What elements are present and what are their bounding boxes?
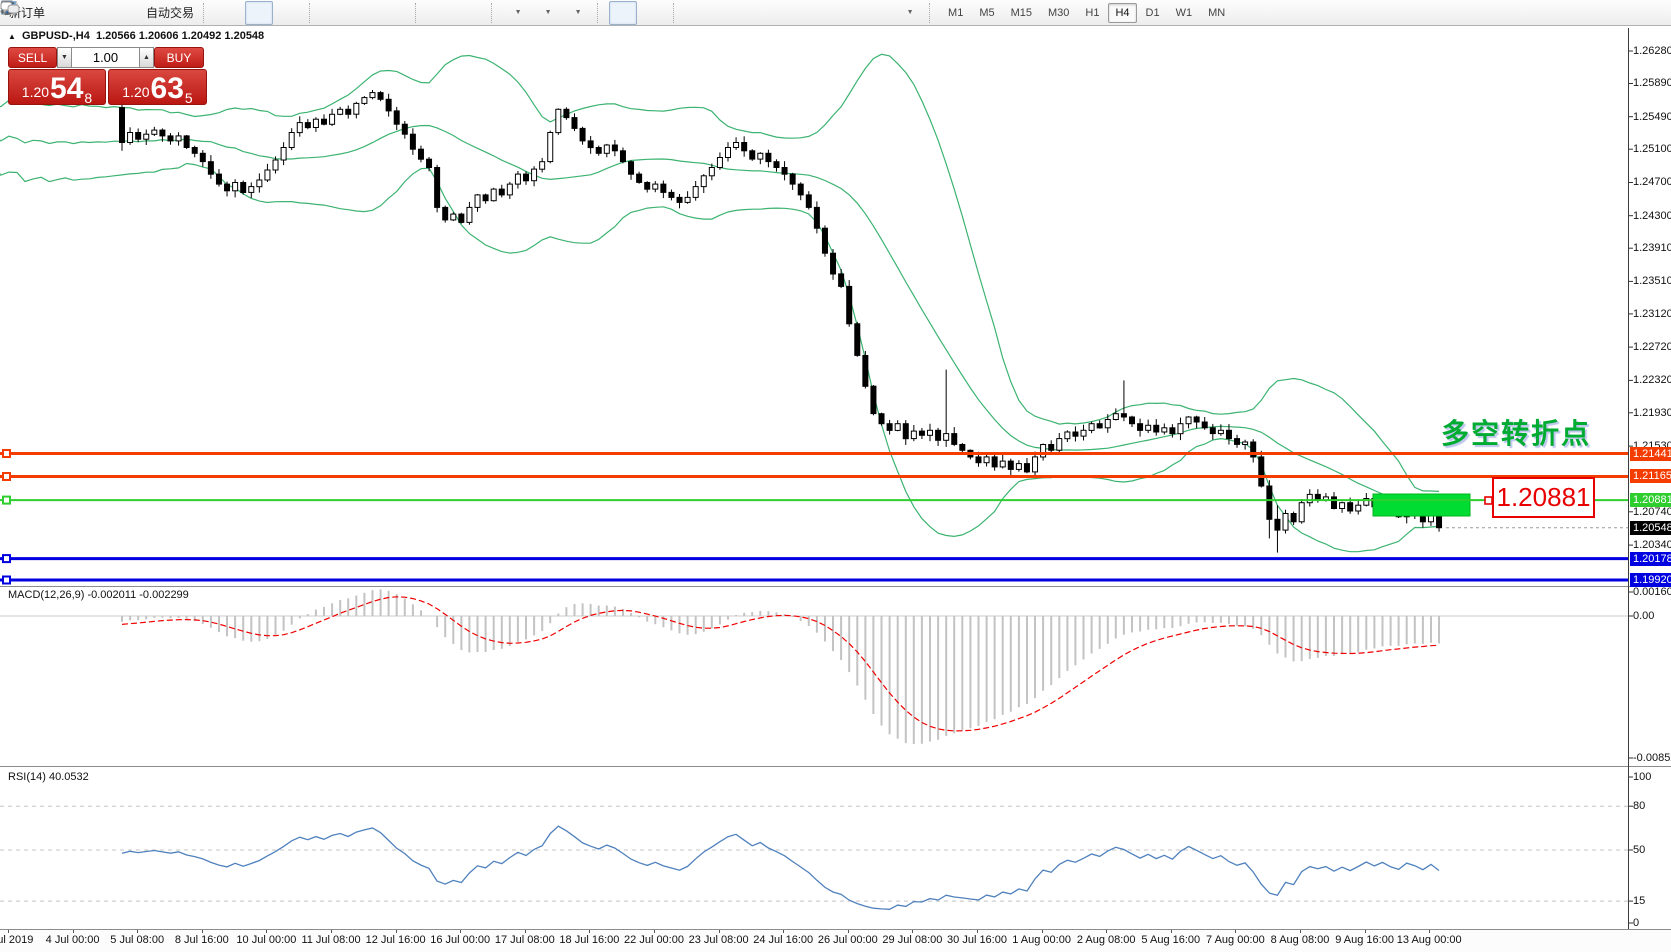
trading-platform-window: { "toolbar": { "new_order_label": "新订单",… — [0, 0, 1671, 952]
level-price-label: 1.20178 — [1630, 552, 1671, 566]
date-axis[interactable]: 2 Jul 20194 Jul 00:005 Jul 08:008 Jul 16… — [0, 930, 1671, 952]
date-tick-mark — [137, 930, 138, 933]
buy-price-main: 1.20 — [122, 84, 149, 100]
price-tick-label: 1.26280 — [1633, 44, 1671, 58]
date-tick-mark — [1300, 930, 1301, 933]
price-callout-box[interactable]: 1.20881 — [1492, 477, 1595, 518]
volume-input[interactable] — [72, 47, 139, 68]
rsi-line — [122, 826, 1439, 909]
buy-price-big: 63 — [151, 74, 184, 104]
macd-axis-label: 0.001607 — [1633, 585, 1671, 599]
level-price-label: 1.21441 — [1630, 447, 1671, 461]
horizontal-line-objects[interactable] — [0, 450, 1628, 584]
callout-anchor-handle[interactable] — [1485, 497, 1492, 504]
sell-price-button[interactable]: 1.20 54 8 — [8, 69, 106, 105]
rsi-axis-label: 15 — [1633, 894, 1671, 908]
date-tick-mark — [654, 930, 655, 933]
indicator-level-lines — [0, 616, 1628, 901]
price-tick-label: 1.25100 — [1633, 142, 1671, 156]
macd-axis-label: 0.00 — [1633, 609, 1671, 623]
date-tick-mark — [1235, 930, 1236, 933]
one-click-trading-panel: SELL ▼ ▲ BUY 1.20 54 8 1.20 63 5 — [8, 47, 207, 105]
date-tick-mark — [8, 930, 9, 933]
date-tick-mark — [719, 930, 720, 933]
date-tick-mark — [331, 930, 332, 933]
price-tick-label: 1.25490 — [1633, 110, 1671, 124]
date-tick-mark — [912, 930, 913, 933]
date-tick-mark — [396, 930, 397, 933]
buy-price-button[interactable]: 1.20 63 5 — [108, 69, 207, 105]
date-tick-mark — [73, 930, 74, 933]
price-tick-label: 1.23120 — [1633, 307, 1671, 321]
date-tick-mark — [1042, 930, 1043, 933]
price-tick-label: 1.22320 — [1633, 373, 1671, 387]
current-price-label: 1.20548 — [1630, 521, 1671, 535]
date-tick-mark — [460, 930, 461, 933]
price-callout-text: 1.20881 — [1497, 482, 1591, 513]
date-tick-mark — [202, 930, 203, 933]
date-tick-mark — [525, 930, 526, 933]
chart-symbol: GBPUSD-,H4 — [22, 30, 90, 42]
price-tick-label: 1.20740 — [1633, 505, 1671, 519]
chart-canvas[interactable] — [0, 0, 1671, 952]
date-label: 13 Aug 00:00 — [1384, 934, 1474, 946]
date-tick-mark — [977, 930, 978, 933]
rsi-axis-label: 50 — [1633, 843, 1671, 857]
date-tick-mark — [848, 930, 849, 933]
candles — [120, 90, 1442, 553]
macd-indicator-label: MACD(12,26,9) -0.002011 -0.002299 — [8, 589, 189, 601]
date-tick-mark — [1429, 930, 1430, 933]
price-tick-label: 1.23510 — [1633, 274, 1671, 288]
green-rectangle-object[interactable] — [1373, 494, 1470, 516]
chart-title: ▲ GBPUSD-,H4 1.20566 1.20606 1.20492 1.2… — [8, 30, 264, 42]
price-tick-label: 1.24700 — [1633, 175, 1671, 189]
date-tick-mark — [589, 930, 590, 933]
chart-ohlc: 1.20566 1.20606 1.20492 1.20548 — [96, 30, 264, 42]
macd-axis-label: -0.008522 — [1633, 751, 1671, 765]
rsi-indicator-label: RSI(14) 40.0532 — [8, 771, 89, 783]
panel-separator-highlight — [0, 587, 1671, 588]
date-tick-mark — [1106, 930, 1107, 933]
rsi-axis-label: 0 — [1633, 916, 1671, 930]
sell-price-big: 54 — [50, 74, 83, 104]
date-tick-mark — [1171, 930, 1172, 933]
sell-price-sup: 8 — [84, 90, 92, 106]
collapse-arrow-icon[interactable]: ▲ — [8, 32, 16, 41]
price-tick-label: 1.20340 — [1633, 538, 1671, 552]
chart-text-annotation[interactable]: 多空转折点 — [1441, 412, 1591, 452]
buy-price-sup: 5 — [185, 90, 193, 106]
macd-histogram — [122, 589, 1439, 744]
sell-button[interactable]: SELL — [8, 47, 57, 68]
date-tick-mark — [783, 930, 784, 933]
date-tick-mark — [1365, 930, 1366, 933]
price-tick-label: 1.23910 — [1633, 241, 1671, 255]
sell-price-main: 1.20 — [22, 84, 49, 100]
volume-decrease-button[interactable]: ▼ — [57, 47, 72, 68]
price-tick-label: 1.24300 — [1633, 209, 1671, 223]
price-tick-label: 1.21930 — [1633, 406, 1671, 420]
date-tick-mark — [266, 930, 267, 933]
level-price-label: 1.20881 — [1630, 493, 1671, 507]
level-price-label: 1.21165 — [1630, 469, 1671, 483]
buy-button[interactable]: BUY — [154, 47, 204, 68]
price-tick-label: 1.25890 — [1633, 76, 1671, 90]
panel-separator-highlight — [0, 767, 1671, 768]
rsi-axis-label: 100 — [1633, 770, 1671, 784]
macd-signal-line — [122, 597, 1439, 731]
price-axis-border — [1628, 28, 1629, 929]
rsi-axis-label: 80 — [1633, 799, 1671, 813]
price-tick-label: 1.22720 — [1633, 340, 1671, 354]
volume-increase-button[interactable]: ▲ — [139, 47, 154, 68]
